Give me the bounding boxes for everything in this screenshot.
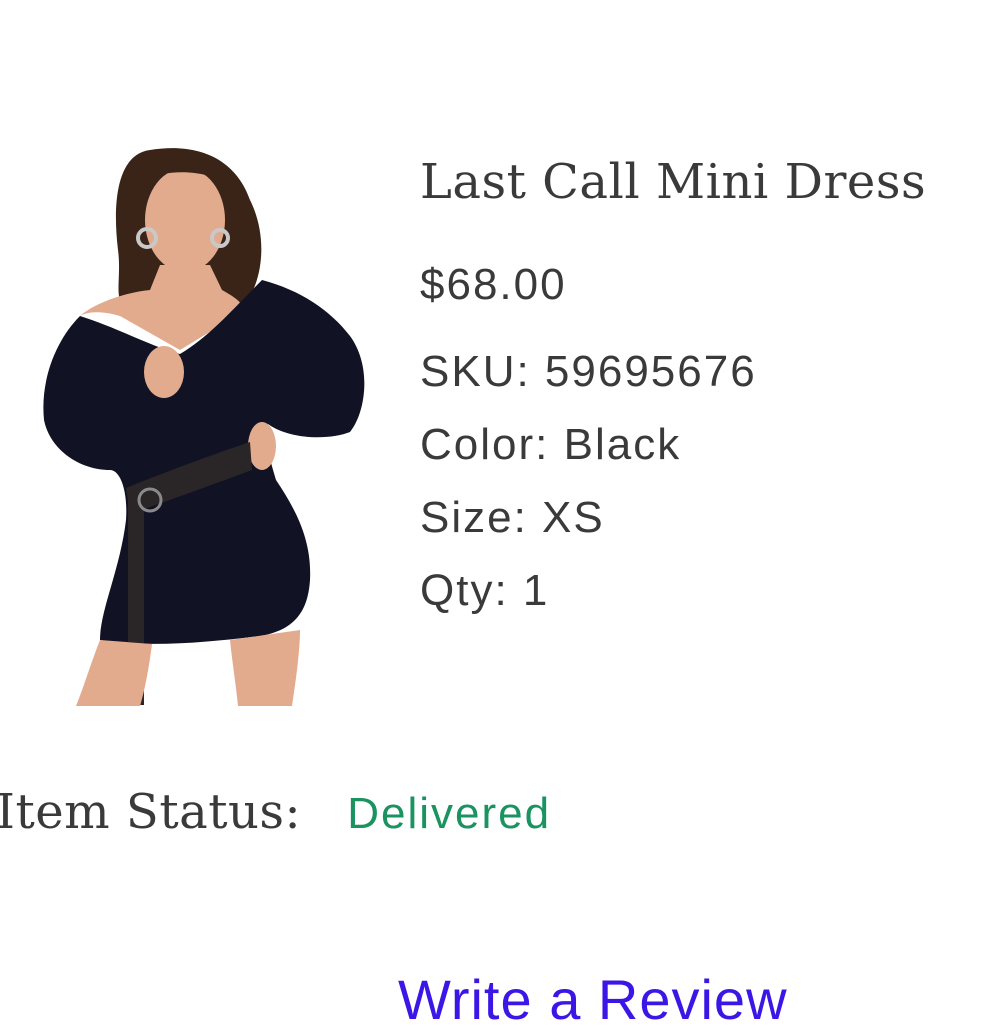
product-info: Last Call Mini Dress $68.00 SKU: 5969567… — [420, 148, 995, 627]
product-price: $68.00 — [420, 260, 567, 309]
product-size: Size: XS — [420, 493, 605, 542]
product-title[interactable]: Last Call Mini Dress — [420, 148, 995, 216]
product-sku: SKU: 59695676 — [420, 347, 757, 396]
product-image[interactable] — [0, 140, 372, 706]
item-status-row: Item Status: Delivered — [0, 784, 551, 840]
item-status-label: Item Status: — [0, 784, 302, 840]
product-qty: Qty: 1 — [420, 566, 550, 615]
dress-photo — [0, 140, 372, 706]
item-status-value: Delivered — [347, 789, 552, 838]
product-color: Color: Black — [420, 420, 682, 469]
write-review-link[interactable]: Write a Review — [398, 968, 788, 1032]
